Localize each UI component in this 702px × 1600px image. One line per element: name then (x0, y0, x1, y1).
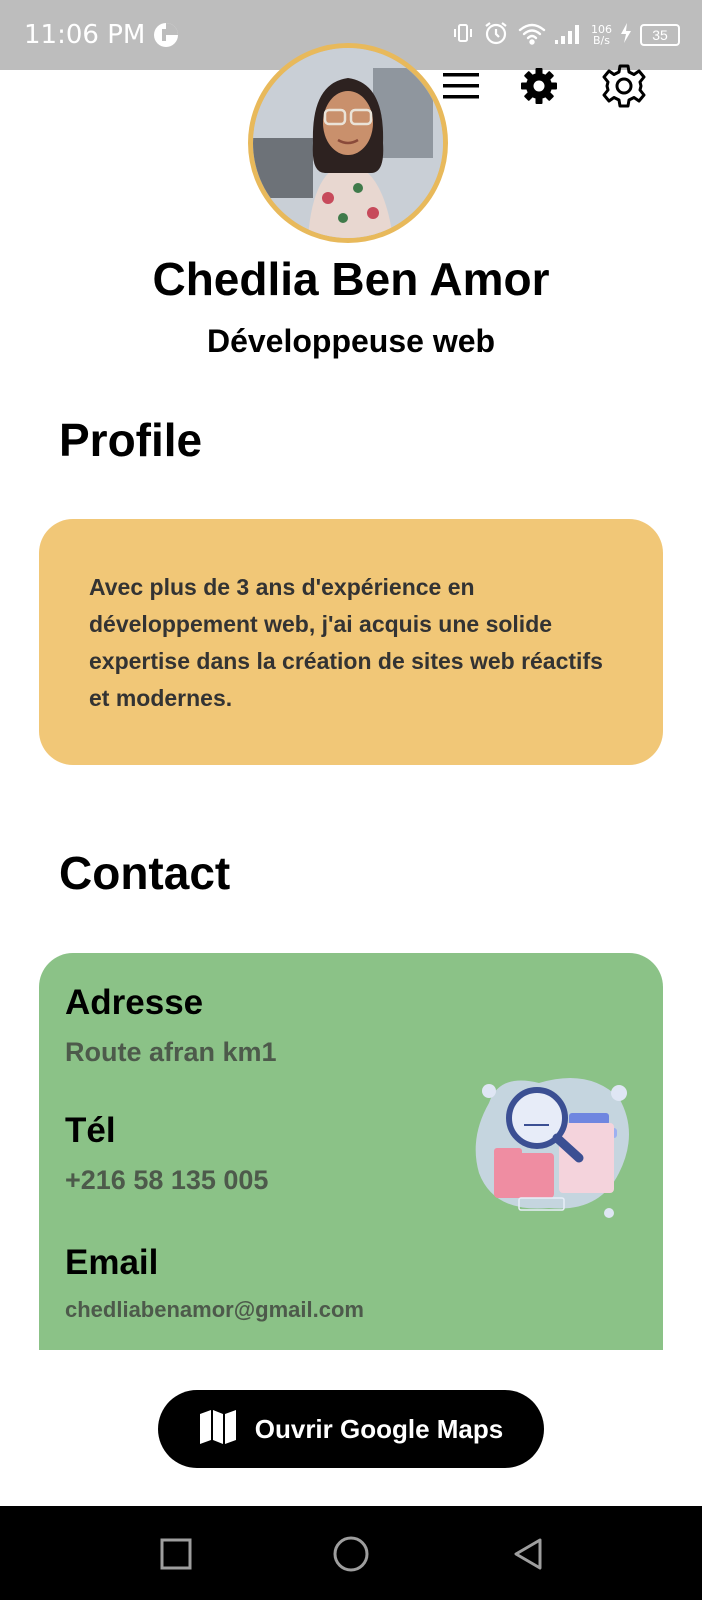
battery-icon: 35 (640, 24, 680, 46)
map-icon (199, 1409, 237, 1450)
email-value[interactable]: chedliabenamor@gmail.com (65, 1297, 364, 1323)
avatar (248, 43, 448, 243)
charging-icon (620, 22, 632, 48)
menu-icon[interactable] (437, 62, 485, 110)
data-saver-icon (153, 22, 179, 53)
status-icons: 106 B/s 35 (451, 18, 680, 52)
signal-icon (555, 22, 583, 49)
contact-card: Adresse Route afran km1 Tél +216 58 135 … (39, 953, 663, 1350)
back-triangle-icon[interactable] (506, 1532, 550, 1576)
wifi-icon (517, 21, 547, 50)
phone-value[interactable]: +216 58 135 005 (65, 1165, 268, 1196)
contact-section-title: Contact (59, 847, 231, 899)
vibrate-icon (451, 21, 475, 50)
phone-label: Tél (65, 1111, 116, 1150)
job-title: Développeuse web (206, 323, 496, 359)
email-label: Email (65, 1243, 159, 1282)
alarm-icon (483, 20, 509, 51)
navigation-bar (0, 1506, 702, 1600)
home-circle-icon[interactable] (329, 1532, 373, 1576)
open-google-maps-button[interactable]: Ouvrir Google Maps (158, 1390, 544, 1468)
open-google-maps-label: Ouvrir Google Maps (254, 1413, 504, 1444)
net-speed: 106 B/s (591, 24, 612, 46)
profile-card: Avec plus de 3 ans d'expérience en dével… (39, 519, 663, 765)
search-illustration-icon (469, 1073, 639, 1223)
settings-filled-icon[interactable] (515, 62, 563, 110)
profile-name: Chedlia Ben Amor (152, 253, 550, 305)
address-value: Route afran km1 (65, 1037, 277, 1067)
profile-text: Avec plus de 3 ans d'expérience en dével… (89, 574, 603, 711)
address-label: Adresse (65, 983, 204, 1022)
recents-square-icon[interactable] (154, 1532, 198, 1576)
settings-outline-icon[interactable] (600, 62, 648, 110)
net-speed-unit: B/s (593, 34, 610, 47)
profile-section-title: Profile (59, 414, 203, 466)
status-time: 11:06 PM (24, 20, 146, 50)
